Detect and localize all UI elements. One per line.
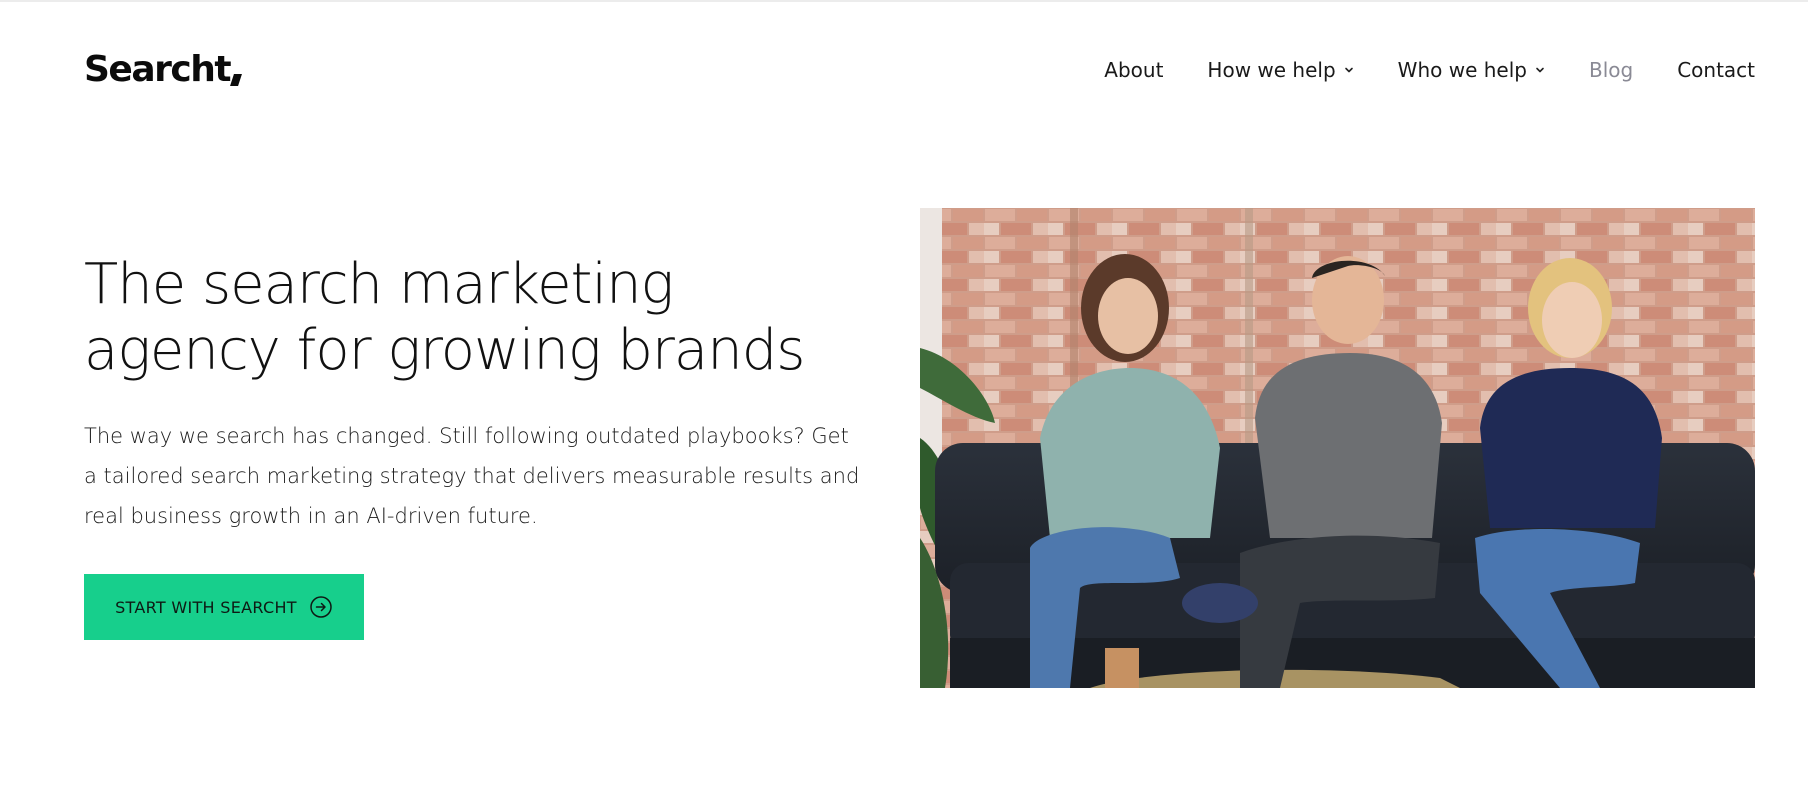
hero-title-line: The search marketing xyxy=(84,252,674,317)
logo-text: Searcht xyxy=(84,49,232,90)
nav-who-we-help-label: Who we help xyxy=(1397,58,1527,82)
hero-description: The way we search has changed. Still fol… xyxy=(84,416,894,536)
nav-about-label: About xyxy=(1104,58,1164,82)
team-photo-illustration xyxy=(920,208,1755,688)
top-border xyxy=(0,0,1808,2)
hero-description-line: The way we search has changed. Still fol… xyxy=(84,424,849,448)
chevron-down-icon xyxy=(1344,65,1354,75)
nav-blog[interactable]: Blog xyxy=(1589,56,1633,84)
chevron-down-icon xyxy=(1535,65,1545,75)
site-logo[interactable]: Searcht xyxy=(84,49,243,90)
nav-contact-label: Contact xyxy=(1677,58,1755,82)
nav-blog-label: Blog xyxy=(1588,58,1634,82)
hero-description-line: real business growth in an AI-driven fut… xyxy=(84,504,538,528)
cta-label: START WITH SEARCHT xyxy=(115,597,297,617)
main-nav: About How we help Who we help Blog Conta… xyxy=(1060,56,1755,84)
nav-contact[interactable]: Contact xyxy=(1677,56,1755,84)
hero-team-photo xyxy=(920,208,1755,688)
hero-description-line: a tailored search marketing strategy tha… xyxy=(84,464,860,488)
nav-who-we-help[interactable]: Who we help xyxy=(1398,56,1545,84)
nav-how-we-help[interactable]: How we help xyxy=(1207,56,1353,84)
nav-how-we-help-label: How we help xyxy=(1207,58,1336,82)
start-with-searcht-button[interactable]: START WITH SEARCHT xyxy=(84,574,364,640)
hero-title: The search marketing agency for growing … xyxy=(84,252,864,384)
hero-title-line: agency for growing brands xyxy=(84,318,805,383)
nav-about[interactable]: About xyxy=(1104,56,1163,84)
logo-mark xyxy=(230,74,243,86)
arrow-circle-right-icon xyxy=(309,595,333,619)
